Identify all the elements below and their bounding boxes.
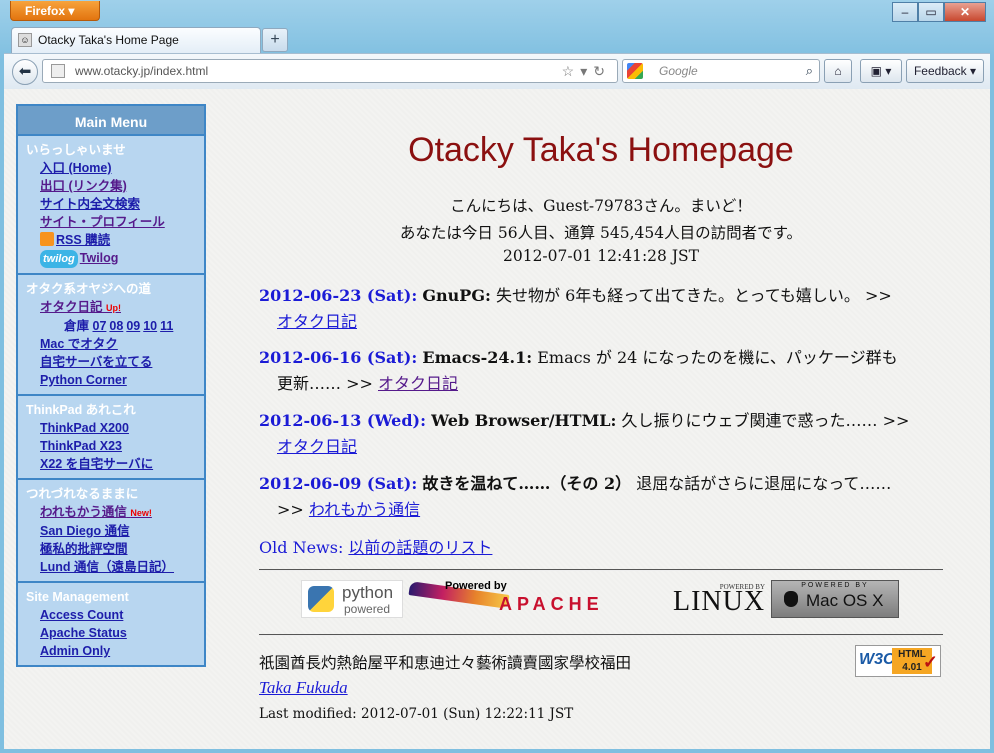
link-critique[interactable]: 極私的批評空間 (40, 540, 204, 558)
link-profile[interactable]: サイト・プロフィール (40, 213, 204, 231)
old-news-link[interactable]: 以前の話題のリスト (348, 538, 492, 557)
archive-row: 倉庫 07 08 09 10 11 (64, 319, 174, 333)
home-icon: ⌂ (834, 64, 842, 78)
last-modified: Last modified: 2012-07-01 (Sun) 12:22:11… (259, 706, 574, 722)
tab-home[interactable]: ☺ Otacky Taka's Home Page (11, 27, 261, 53)
news-link[interactable]: われもかう通信 (309, 500, 420, 519)
link-python[interactable]: Python Corner (40, 371, 204, 389)
python-powered-logo[interactable]: python powered (301, 580, 403, 618)
section-heading: オタク系オヤジへの道 (26, 282, 152, 296)
author-link[interactable]: Taka Fukuda (259, 678, 348, 698)
link-san-diego[interactable]: San Diego 通信 (40, 522, 204, 540)
link-exit[interactable]: 出口 (リンク集) (40, 177, 204, 195)
search-icon[interactable]: ⌕ (806, 60, 813, 82)
main-menu: Main Menu いらっしゃいませ 入口 (Home) 出口 (リンク集) サ… (16, 104, 206, 667)
news-item: 2012-06-09 (Sat): 故きを温ねて……（その 2） 退屈な話がさら… (259, 474, 892, 519)
search-placeholder: Google (659, 64, 698, 78)
current-time-line: 2012-07-01 12:41:28 JST (502, 247, 699, 265)
link-x22[interactable]: X22 を自宅サーバに (40, 455, 204, 473)
menu-section-otaku: オタク系オヤジへの道 オタク日記 Up! 倉庫 07 08 09 10 11 Mac で… (18, 273, 204, 394)
apple-icon (784, 591, 798, 607)
back-arrow-icon: ⬅ (18, 63, 32, 80)
checkmark-icon: ✓ (922, 652, 938, 672)
archive-link-08[interactable]: 08 (109, 319, 123, 333)
news-link[interactable]: オタク日記 (277, 312, 357, 331)
link-x200[interactable]: ThinkPad X200 (40, 419, 204, 437)
link-admin-only[interactable]: Admin Only (40, 642, 204, 660)
up-badge: Up! (106, 303, 121, 313)
history-dropdown-icon[interactable]: ▾ (580, 63, 593, 79)
link-apache-status[interactable]: Apache Status (40, 624, 204, 642)
archive-link-09[interactable]: 09 (126, 319, 140, 333)
news-item: 2012-06-23 (Sat): GnuPG: 失せ物が 6年も経って出てきた… (259, 286, 892, 331)
main-menu-title: Main Menu (18, 106, 204, 134)
kanji-line: 祇園酋長灼熱飴屋平和恵迪辻々藝術讀賣國家學校福田 (259, 654, 632, 672)
twilog-icon: twilog (40, 250, 78, 268)
link-home-server[interactable]: 自宅サーバを立てる (40, 353, 204, 371)
news-item: 2012-06-13 (Wed): Web Browser/HTML: 久し振り… (259, 411, 910, 456)
linux-powered-logo[interactable]: POWERED BY LINUX (673, 580, 765, 618)
maximize-button[interactable]: ▭ (918, 2, 944, 22)
link-access-count[interactable]: Access Count (40, 606, 204, 624)
divider (259, 634, 943, 636)
news-item: 2012-06-16 (Sat): Emacs-24.1: Emacs が 24… (259, 348, 898, 393)
link-x23[interactable]: ThinkPad X23 (40, 437, 204, 455)
macosx-powered-logo[interactable]: POWERED BY Mac OS X (771, 580, 899, 618)
tab-title: Otacky Taka's Home Page (38, 33, 179, 47)
menu-section-thinkpad: ThinkPad あれこれ ThinkPad X200 ThinkPad X23… (18, 394, 204, 478)
link-home[interactable]: 入口 (Home) (40, 159, 204, 177)
url-bar[interactable]: www.otacky.jp/index.html ☆▾↻ (42, 59, 618, 83)
page-title: Otacky Taka's Homepage (408, 131, 794, 169)
search-input[interactable]: Google ⌕ (622, 59, 820, 83)
menu-section-welcome: いらっしゃいませ 入口 (Home) 出口 (リンク集) サイト内全文検索 サイ… (18, 134, 204, 273)
link-twilog[interactable]: twilog Twilog (40, 249, 204, 268)
greeting-line: こんにちは、Guest-79783さん。まいど！ (450, 197, 752, 215)
new-tab-button[interactable]: + (262, 28, 288, 52)
reload-icon[interactable]: ↻ (593, 63, 611, 79)
url-text: www.otacky.jp/index.html (75, 64, 209, 78)
home-button[interactable]: ⌂ (824, 59, 852, 83)
feedback-button[interactable]: Feedback ▾ (906, 59, 984, 83)
page-content: Main Menu いらっしゃいませ 入口 (Home) 出口 (リンク集) サ… (4, 89, 990, 749)
minimize-button[interactable]: – (892, 2, 918, 22)
link-search[interactable]: サイト内全文検索 (40, 195, 204, 213)
visitor-count-line: あなたは今日 56人目、通算 545,454人目の訪問者です。 (399, 224, 803, 242)
google-engine-icon[interactable] (627, 63, 643, 79)
bookmarks-button[interactable]: ▣ ▾ (860, 59, 902, 83)
link-otaku-diary[interactable]: オタク日記 Up! (40, 298, 204, 317)
archive-link-11[interactable]: 11 (160, 319, 173, 333)
archive-link-07[interactable]: 07 (93, 319, 107, 333)
new-badge: New! (130, 508, 152, 518)
link-lund[interactable]: Lund 通信（遠島日記） (40, 558, 204, 576)
news-link[interactable]: オタク日記 (378, 374, 458, 393)
bookmarks-icon: ▣ ▾ (870, 64, 892, 78)
nav-toolbar: ⬅ www.otacky.jp/index.html ☆▾↻ Google ⌕ … (4, 53, 990, 89)
site-identity-icon[interactable] (51, 64, 65, 78)
link-mac[interactable]: Mac でオタク (40, 335, 204, 353)
python-icon (308, 586, 334, 612)
site-favicon-icon: ☺ (18, 33, 32, 47)
menu-section-essays: つれづれなるままに われもかう通信 New! San Diego 通信 極私的批… (18, 478, 204, 581)
apache-powered-logo[interactable]: Powered by APACHE (408, 580, 659, 618)
archive-link-10[interactable]: 10 (143, 319, 157, 333)
firefox-menu-button[interactable]: Firefox ▾ (10, 1, 100, 21)
bookmark-star-icon[interactable]: ☆ (562, 63, 581, 79)
close-button[interactable]: ✕ (944, 2, 986, 22)
link-waremokou[interactable]: われもかう通信 New! (40, 503, 204, 522)
section-heading: つれづれなるままに (26, 487, 139, 501)
link-rss[interactable]: RSS 購読 (40, 231, 204, 249)
section-heading: Site Management (26, 590, 129, 604)
section-heading: いらっしゃいませ (26, 143, 126, 157)
back-button[interactable]: ⬅ (12, 59, 38, 85)
section-heading: ThinkPad あれこれ (26, 403, 136, 417)
divider (259, 569, 943, 571)
news-link[interactable]: オタク日記 (277, 437, 357, 456)
browser-window: Firefox ▾ – ▭ ✕ ☺ Otacky Taka's Home Pag… (0, 0, 994, 753)
old-news: Old News: 以前の話題のリスト (259, 538, 493, 557)
w3c-html401-badge[interactable]: W3C HTML 4.01 ✓ (855, 645, 941, 677)
rss-icon (40, 232, 54, 246)
menu-section-site-management: Site Management Access Count Apache Stat… (18, 581, 204, 665)
